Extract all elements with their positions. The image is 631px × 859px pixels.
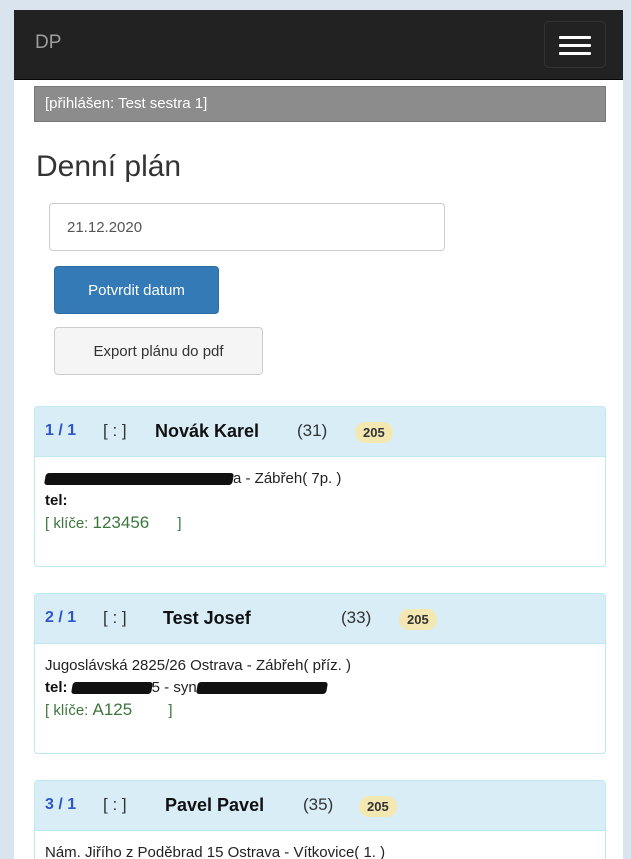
redacted-text bbox=[70, 682, 153, 695]
visit-flag: [ : ] bbox=[103, 608, 127, 627]
visit-order: 1 / 1 bbox=[45, 422, 77, 439]
patient-address: a - Zábřeh( 7p. ) bbox=[43, 468, 595, 490]
date-input[interactable] bbox=[49, 203, 445, 251]
patient-heading[interactable]: 2 / 1 [ : ] Test Josef (33) 205 bbox=[35, 594, 605, 644]
patient-age: (33) bbox=[341, 608, 372, 627]
export-pdf-button[interactable]: Export plánu do pdf bbox=[54, 327, 263, 375]
patient-age: (31) bbox=[297, 421, 328, 440]
redacted-text bbox=[43, 473, 235, 486]
patient-phone: tel: bbox=[45, 492, 68, 509]
visit-order: 3 / 1 bbox=[45, 796, 77, 813]
app-frame: DP [přihlášen: Test sestra 1] Denní plán… bbox=[14, 10, 623, 859]
menu-bar-line bbox=[559, 36, 591, 39]
hamburger-menu-icon[interactable] bbox=[544, 21, 606, 68]
room-badge: 205 bbox=[359, 796, 397, 817]
patient-keys: [ klíče: 123456 ] bbox=[45, 513, 182, 532]
navbar: DP bbox=[14, 10, 623, 80]
visit-order: 2 / 1 bbox=[45, 609, 77, 626]
patient-heading[interactable]: 3 / 1 [ : ] Pavel Pavel (35) 205 bbox=[35, 781, 605, 831]
brand-link[interactable]: DP bbox=[35, 32, 61, 54]
page-title: Denní plán bbox=[36, 150, 182, 183]
patient-details: Nám. Jiřího z Poděbrad 15 Ostrava - Vítk… bbox=[35, 831, 605, 859]
patient-age: (35) bbox=[303, 795, 334, 814]
patient-name[interactable]: Novák Karel bbox=[155, 421, 259, 442]
visit-flag: [ : ] bbox=[103, 421, 127, 440]
patient-phone: tel: 5 - syn bbox=[45, 677, 595, 699]
patient-panel-1: 1 / 1 [ : ] Novák Karel (31) 205 a - Záb… bbox=[34, 406, 606, 567]
patient-name[interactable]: Test Josef bbox=[163, 608, 251, 629]
room-badge: 205 bbox=[399, 609, 437, 630]
logged-in-status: [přihlášen: Test sestra 1] bbox=[34, 86, 606, 122]
patient-address: Nám. Jiřího z Poděbrad 15 Ostrava - Vítk… bbox=[45, 844, 386, 859]
patient-keys: [ klíče: A125 ] bbox=[45, 700, 173, 719]
patient-details: Jugoslávská 2825/26 Ostrava - Zábřeh( př… bbox=[35, 644, 605, 733]
patient-heading[interactable]: 1 / 1 [ : ] Novák Karel (31) 205 bbox=[35, 407, 605, 457]
room-badge: 205 bbox=[355, 422, 393, 443]
menu-bar-line bbox=[559, 44, 591, 47]
patient-details: a - Zábřeh( 7p. ) tel: [ klíče: 123456 ] bbox=[35, 457, 605, 546]
patient-name[interactable]: Pavel Pavel bbox=[165, 795, 264, 816]
patient-panel-3: 3 / 1 [ : ] Pavel Pavel (35) 205 Nám. Ji… bbox=[34, 780, 606, 859]
confirm-date-button[interactable]: Potvrdit datum bbox=[54, 266, 219, 314]
menu-bar-line bbox=[559, 52, 591, 55]
redacted-text bbox=[195, 682, 328, 695]
patient-panel-2: 2 / 1 [ : ] Test Josef (33) 205 Jugosláv… bbox=[34, 593, 606, 754]
patient-address: Jugoslávská 2825/26 Ostrava - Zábřeh( př… bbox=[45, 657, 351, 674]
visit-flag: [ : ] bbox=[103, 795, 127, 814]
